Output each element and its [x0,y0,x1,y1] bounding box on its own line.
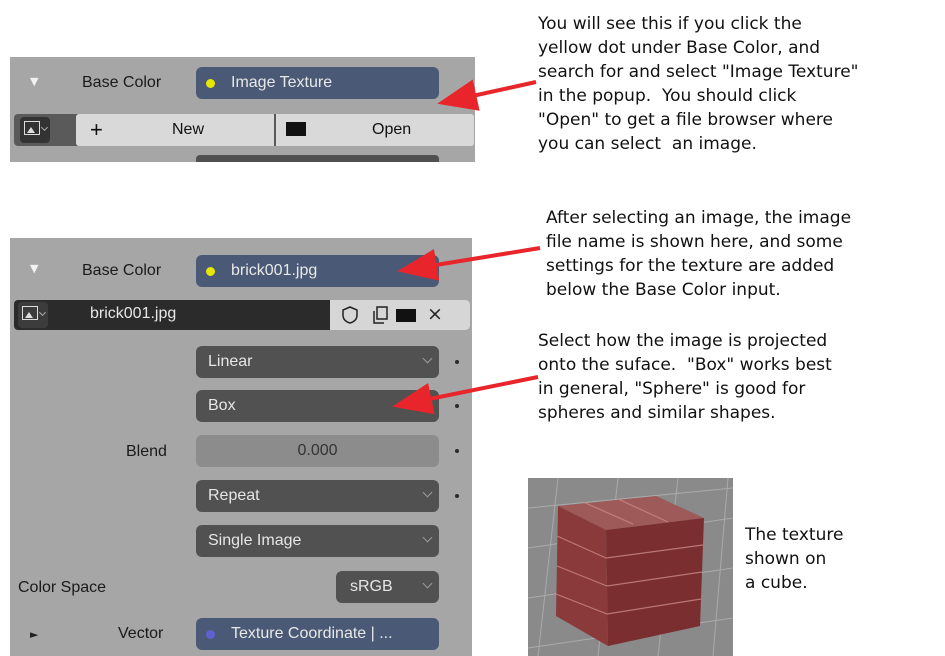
image-actions: × [330,300,470,330]
vector-label: Vector [118,625,164,642]
image-icon [24,121,40,135]
open-button[interactable]: Open [276,114,474,146]
plus-icon: + [90,117,103,142]
keyframe-dot[interactable] [455,360,459,364]
chevron-down-icon [422,487,433,498]
open-label: Open [372,121,412,138]
folder-icon [286,122,306,136]
base-color-label: Base Color [82,74,162,91]
base-color-label: Base Color [82,262,162,279]
image-browse-button[interactable] [20,117,50,143]
source-value: Single Image [208,532,302,549]
chevron-down-icon [422,397,433,408]
base-color-socket[interactable]: Image Texture [196,67,439,99]
chevron-down-icon [40,123,49,132]
socket-dot-icon[interactable] [206,629,215,639]
interpolation-value: Linear [208,353,253,370]
image-name-field[interactable]: brick001.jpg [90,305,176,323]
image-browse-button[interactable] [18,302,48,328]
textured-cube-image [528,478,733,656]
chevron-down-icon [422,532,433,543]
interpolation-dropdown[interactable]: Linear [196,346,439,378]
socket-value: Image Texture [231,74,333,91]
collapse-triangle-icon[interactable]: ▼ [30,262,38,275]
note-image-texture: You will see this if you click the yello… [538,14,859,154]
base-color-socket[interactable]: brick001.jpg [196,255,439,287]
vector-socket[interactable]: Texture Coordinate | ... [196,618,439,650]
close-icon[interactable]: × [427,303,443,325]
new-label: New [172,121,205,138]
chevron-down-icon [422,578,433,589]
extension-value: Repeat [208,487,260,504]
vector-value: Texture Coordinate | ... [231,625,393,642]
chevron-down-icon [422,353,433,364]
extension-dropdown[interactable]: Repeat [196,480,439,512]
fake-user-shield-icon[interactable] [340,305,360,325]
blend-value: 0.000 [297,442,338,459]
projection-dropdown[interactable]: Box [196,390,439,422]
image-texture-panel-loaded: ▼ Base Color brick001.jpg brick001.jpg ×… [10,238,472,656]
socket-value: brick001.jpg [231,262,318,279]
chevron-down-icon [38,308,47,317]
next-row-partial [196,155,439,162]
note-projection: Select how the image is projected onto t… [538,331,832,423]
socket-dot-icon[interactable] [206,266,215,276]
color-space-dropdown[interactable]: sRGB [336,571,439,603]
keyframe-dot[interactable] [455,404,459,408]
keyframe-dot[interactable] [455,494,459,498]
new-button[interactable]: + New [76,114,274,146]
collapse-triangle-icon[interactable]: ▼ [30,75,38,88]
color-space-value: sRGB [350,578,393,595]
keyframe-dot[interactable] [455,449,459,453]
blend-label: Blend [126,443,167,460]
folder-icon[interactable] [396,309,416,322]
note-file-name: After selecting an image, the image file… [546,208,852,300]
duplicate-icon[interactable] [370,305,390,325]
image-texture-panel-empty: ▼ Base Color Image Texture + New Open [10,57,475,162]
blend-field[interactable]: 0.000 [196,435,439,467]
expand-triangle-icon[interactable]: ► [30,628,38,641]
projection-value: Box [208,397,236,414]
note-cube: The texture shown on a cube. [745,525,844,593]
source-dropdown[interactable]: Single Image [196,525,439,557]
color-space-label: Color Space [18,579,107,596]
socket-dot-icon[interactable] [206,78,215,88]
image-icon [22,306,38,320]
